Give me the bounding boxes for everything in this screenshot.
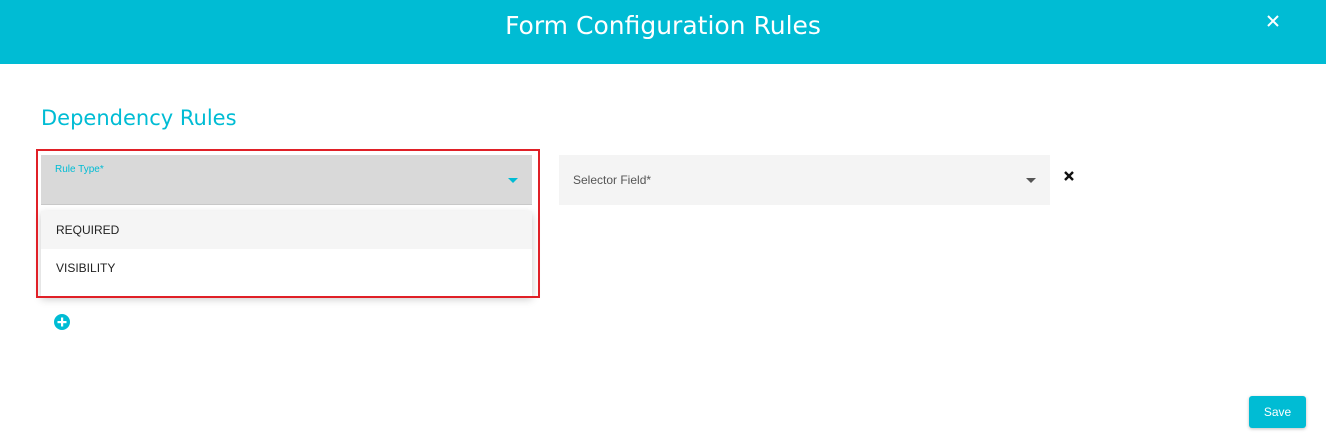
highlight-frame	[36, 149, 540, 298]
save-button[interactable]: Save	[1249, 396, 1306, 428]
remove-x-icon[interactable]	[1062, 169, 1076, 183]
caret-down-icon	[1026, 178, 1036, 183]
dialog-title: Form Configuration Rules	[505, 11, 821, 40]
add-circle-icon[interactable]	[54, 314, 70, 330]
form-config-dialog: Form Configuration Rules Dependency Rule…	[0, 0, 1326, 438]
close-icon[interactable]	[1262, 10, 1284, 32]
dialog-header: Form Configuration Rules	[0, 0, 1326, 64]
selector-field-select[interactable]: Selector Field*	[559, 155, 1050, 205]
selector-field-placeholder: Selector Field*	[573, 173, 652, 187]
section-title: Dependency Rules	[41, 106, 237, 130]
